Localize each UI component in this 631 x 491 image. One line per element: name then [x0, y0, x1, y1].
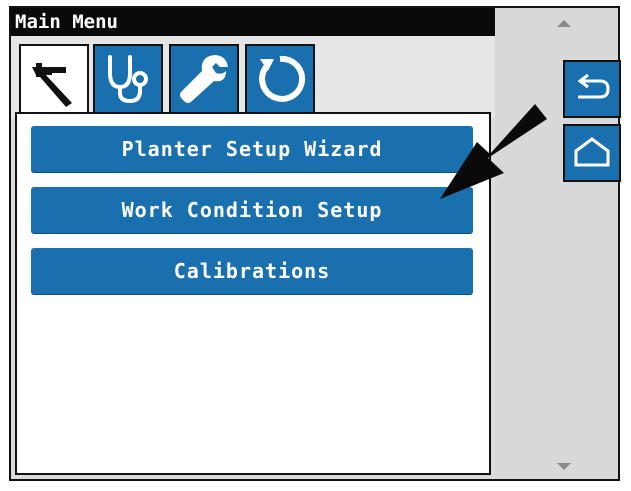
tab-reset[interactable]	[245, 44, 315, 114]
tab-strip	[11, 36, 495, 120]
window-title: Main Menu	[11, 8, 495, 36]
home-button[interactable]	[563, 124, 621, 182]
work-condition-setup-button[interactable]: Work Condition Setup	[31, 187, 473, 233]
wrench-icon	[176, 49, 232, 109]
calibrations-button[interactable]: Calibrations	[31, 248, 473, 294]
scroll-up-icon[interactable]	[557, 20, 571, 27]
home-icon	[572, 131, 612, 175]
right-scrollbar[interactable]	[495, 8, 621, 479]
tab-settings[interactable]	[169, 44, 239, 114]
tab-setup[interactable]	[19, 44, 89, 120]
menu-panel: Planter Setup Wizard Work Condition Setu…	[15, 112, 491, 475]
tab-diagnostics[interactable]	[93, 44, 163, 114]
stethoscope-icon	[100, 49, 156, 109]
back-button[interactable]	[563, 60, 621, 118]
main-menu-window: Main Menu Planter Setup Wizard Work Cond…	[9, 6, 621, 481]
planter-setup-wizard-button[interactable]: Planter Setup Wizard	[31, 126, 473, 172]
scroll-down-icon[interactable]	[557, 463, 571, 470]
refresh-icon	[252, 49, 308, 109]
caliper-tools-icon	[26, 53, 82, 113]
back-arrow-icon	[572, 67, 612, 111]
